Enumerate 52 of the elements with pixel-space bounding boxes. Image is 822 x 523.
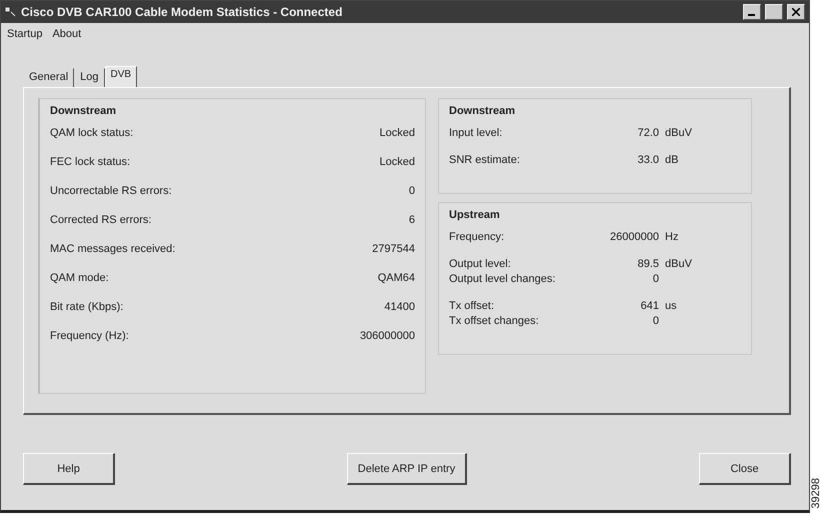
field-label: Uncorrectable RS errors: — [50, 185, 172, 199]
field-value: Locked — [380, 127, 415, 141]
field-value: 0 — [652, 315, 659, 329]
field-label: SNR estimate: — [449, 154, 521, 168]
field-value: 641 — [640, 300, 659, 314]
unit-label: dBuV — [664, 258, 693, 272]
field-label: Tx offset: — [449, 300, 496, 314]
field-label: MAC messages received: — [50, 243, 176, 257]
figure-number: 39298 — [810, 478, 822, 509]
group-title: Downstream — [449, 105, 516, 117]
field-value: 72.0 — [636, 127, 659, 141]
field-label: Bit rate (Kbps): — [50, 301, 124, 315]
field-value: 41400 — [384, 301, 415, 315]
unit-label: us — [664, 300, 678, 314]
group-title: Upstream — [449, 209, 501, 221]
field-label: Frequency: — [449, 231, 506, 245]
dialog-button[interactable]: Help — [23, 453, 115, 485]
field-value: Locked — [380, 156, 415, 170]
menu-item[interactable]: About — [52, 28, 82, 40]
field-value: 0 — [408, 185, 415, 199]
dialog-button[interactable]: Close — [699, 453, 791, 485]
menu-item[interactable]: Startup — [7, 28, 42, 40]
group-title: Downstream — [50, 105, 118, 117]
field-value: 2797544 — [372, 243, 415, 257]
minimize-button[interactable] — [743, 4, 761, 20]
window-title: Cisco DVB CAR100 Cable Modem Statistics - Connected — [21, 5, 344, 19]
maximize-button[interactable] — [765, 4, 783, 20]
field-value: QAM64 — [378, 272, 415, 286]
field-label: Output level changes: — [449, 273, 556, 287]
field-value: 0 — [652, 273, 659, 287]
app-icon — [5, 6, 17, 18]
field-value: 26000000 — [609, 231, 659, 245]
field-label: Frequency (Hz): — [50, 330, 129, 344]
field-label: FEC lock status: — [50, 156, 130, 170]
field-label: QAM lock status: — [50, 127, 134, 141]
field-label: Tx offset changes: — [449, 315, 540, 329]
field-label: QAM mode: — [50, 272, 109, 286]
unit-label: dB — [664, 154, 680, 168]
dialog-button[interactable]: Delete ARP IP entry — [346, 453, 468, 485]
unit-label: dBuV — [664, 127, 693, 141]
field-value: 33.0 — [636, 154, 659, 168]
field-label: Input level: — [449, 127, 504, 141]
unit-label: Hz — [664, 231, 680, 245]
field-label: Corrected RS errors: — [50, 214, 152, 228]
close-icon — [792, 8, 800, 16]
tab[interactable]: DVB — [104, 66, 138, 87]
field-label: Output level: — [449, 258, 512, 272]
close-button[interactable] — [787, 4, 805, 20]
field-value: 6 — [408, 214, 415, 228]
field-value: 306000000 — [360, 330, 415, 344]
tab[interactable]: General — [23, 68, 74, 87]
field-value: 89.5 — [636, 258, 659, 272]
